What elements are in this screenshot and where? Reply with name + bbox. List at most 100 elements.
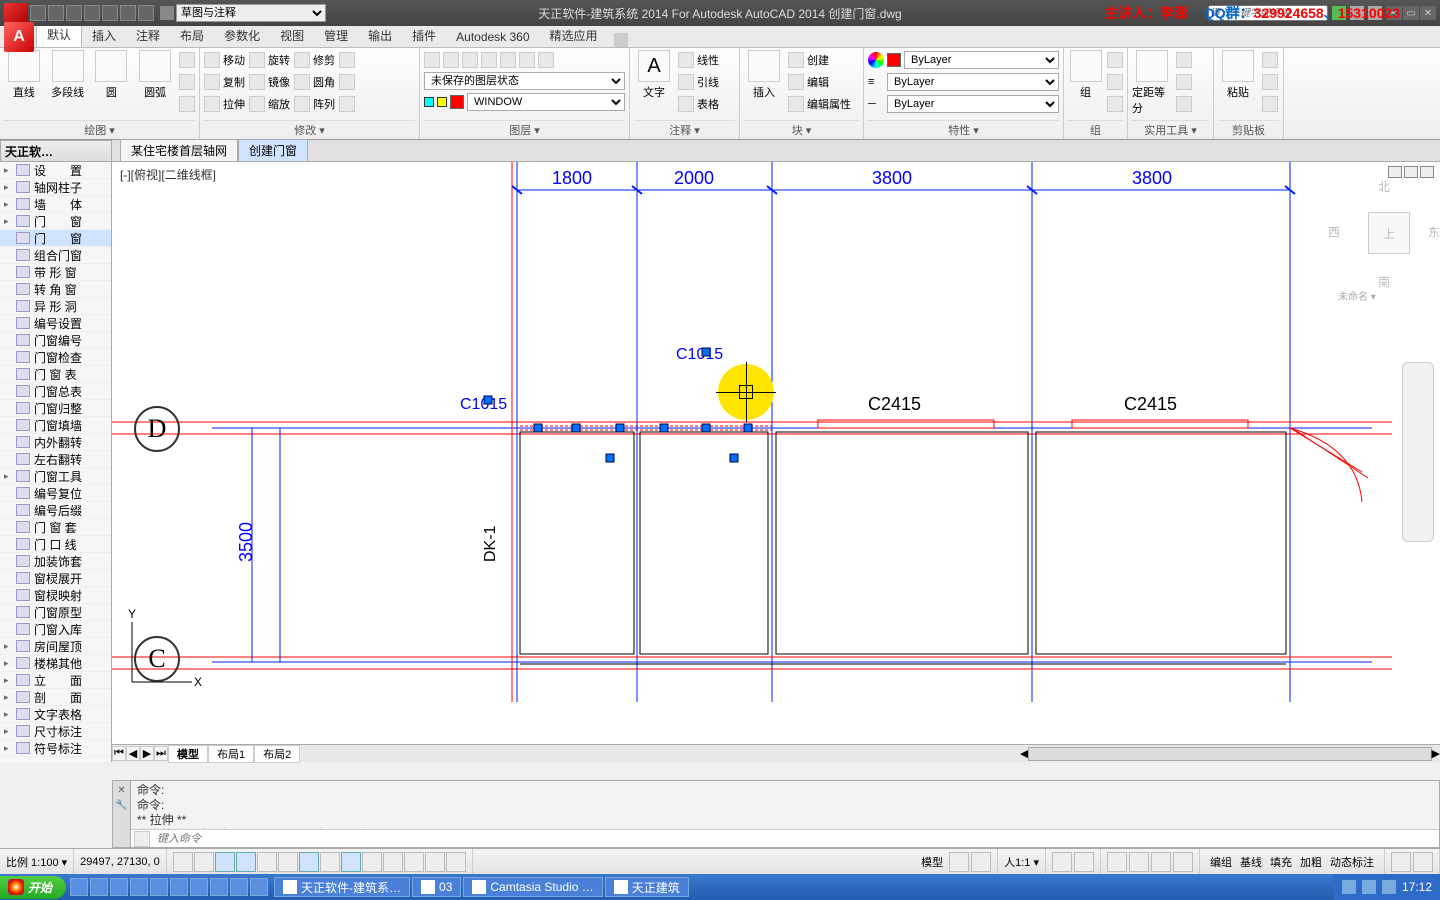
palette-item[interactable]: ▸门 窗 [0, 213, 111, 230]
tool-rotate[interactable]: 旋转 [249, 50, 290, 70]
palette-item[interactable]: ▸文字表格 [0, 706, 111, 723]
qat-new-icon[interactable] [30, 5, 46, 21]
ducs-toggle[interactable] [320, 852, 340, 872]
qat-save-icon[interactable] [66, 5, 82, 21]
toggle-baseline[interactable]: 基线 [1236, 854, 1266, 870]
panel-util-label[interactable]: 实用工具 ▾ [1132, 120, 1209, 139]
navigation-bar[interactable] [1402, 362, 1434, 542]
palette-item[interactable]: ▸门窗工具 [0, 468, 111, 485]
tool-dim-linear[interactable]: 线性 [678, 50, 719, 70]
tool-paste[interactable]: 粘贴 [1218, 50, 1258, 100]
palette-item[interactable]: 编号后缀 [0, 502, 111, 519]
ellipse-icon[interactable] [179, 74, 195, 90]
dyn-toggle[interactable] [341, 852, 361, 872]
qat-open-icon[interactable] [48, 5, 64, 21]
help-icon[interactable] [1368, 6, 1382, 20]
palette-item[interactable]: 门 口 线 [0, 536, 111, 553]
palette-item[interactable]: 组合门窗 [0, 247, 111, 264]
grip[interactable] [534, 424, 543, 433]
grip[interactable] [616, 424, 625, 433]
tool-mirror[interactable]: 镜像 [249, 72, 290, 92]
panel-block-label[interactable]: 块 ▾ [744, 120, 859, 139]
palette-item[interactable]: ▸立 面 [0, 672, 111, 689]
grip[interactable] [744, 424, 753, 433]
grip[interactable] [702, 348, 711, 357]
color-wheel-icon[interactable] [868, 52, 884, 68]
ql-icon[interactable] [90, 878, 108, 896]
palette-item[interactable]: 转 角 窗 [0, 281, 111, 298]
linetype-select[interactable]: ByLayer [887, 95, 1059, 113]
layout-nav-first[interactable]: ⏮ [112, 746, 126, 761]
status-tray-icon[interactable] [1413, 852, 1433, 872]
ql-icon[interactable] [230, 878, 248, 896]
tool-polyline[interactable]: 多段线 [48, 50, 88, 100]
panel-clip-label[interactable]: 剪贴板 [1218, 120, 1279, 139]
ql-icon[interactable] [210, 878, 228, 896]
quickselect-icon[interactable] [1176, 96, 1192, 112]
tool-circle[interactable]: 圆 [92, 50, 132, 100]
tool-scale[interactable]: 缩放 [249, 94, 290, 114]
ribbon-search-icon[interactable] [614, 33, 628, 47]
tool-leader[interactable]: 引线 [678, 72, 719, 92]
palette-title[interactable]: 天正软… [0, 140, 112, 162]
palette-item[interactable]: 内外翻转 [0, 434, 111, 451]
layer-lock-icon[interactable] [500, 52, 516, 68]
palette-item[interactable]: 门窗归整 [0, 400, 111, 417]
tool-arc[interactable]: 圆弧 [135, 50, 175, 100]
palette-item[interactable]: ▸尺寸标注 [0, 723, 111, 740]
grip[interactable] [484, 396, 493, 405]
panel-annot-label[interactable]: 注释 ▾ [634, 120, 735, 139]
status-dimscale[interactable]: 比例 1:100 ▾ [0, 849, 74, 874]
doc-tab-0[interactable]: 某住宅楼首层轴网 [120, 139, 238, 162]
color-select[interactable]: ByLayer [904, 51, 1059, 69]
panel-draw-label[interactable]: 绘图 ▾ [4, 120, 195, 139]
tool-move[interactable]: 移动 [204, 50, 245, 70]
tab-output[interactable]: 输出 [358, 24, 402, 47]
group-edit-icon[interactable] [1107, 74, 1123, 90]
drawing-canvas[interactable]: [-][俯视][二维线框] 1800 2000 3800 3800 [112, 162, 1440, 762]
command-line[interactable] [131, 829, 1439, 847]
calc-icon[interactable] [1176, 74, 1192, 90]
toggle-fill[interactable]: 填充 [1266, 854, 1296, 870]
palette-item[interactable]: 门窗总表 [0, 383, 111, 400]
palette-item[interactable]: ▸轴网柱子 [0, 179, 111, 196]
palette-item[interactable]: ▸符号标注 [0, 740, 111, 757]
layer-props-icon[interactable] [424, 52, 440, 68]
help-search-input[interactable] [1208, 5, 1328, 21]
ql-icon[interactable] [170, 878, 188, 896]
tab-annotate[interactable]: 注释 [126, 24, 170, 47]
palette-item[interactable]: 门窗入库 [0, 621, 111, 638]
tool-copy[interactable]: 复制 [204, 72, 245, 92]
tool-array[interactable]: 阵列 [294, 94, 335, 114]
anno-auto-toggle[interactable] [1074, 852, 1094, 872]
status-grid-icon[interactable] [949, 852, 969, 872]
qp-toggle[interactable] [404, 852, 424, 872]
exchange-icon[interactable] [1350, 6, 1364, 20]
palette-item[interactable]: 窗棂映射 [0, 587, 111, 604]
qat-undo-icon[interactable] [120, 5, 136, 21]
layer-off-icon[interactable] [519, 52, 535, 68]
minimize-button[interactable]: ━ [1386, 6, 1402, 20]
ungroup-icon[interactable] [1107, 52, 1123, 68]
toggle-dyndim[interactable]: 动态标注 [1326, 854, 1378, 870]
tool-edit-block[interactable]: 编辑 [788, 72, 851, 92]
tool-line[interactable]: 直线 [4, 50, 44, 100]
sc-toggle[interactable] [425, 852, 445, 872]
doc-minimize-button[interactable] [1388, 166, 1402, 178]
explode-icon[interactable] [339, 74, 355, 90]
erase-icon[interactable] [339, 52, 355, 68]
palette-item[interactable]: 编号设置 [0, 315, 111, 332]
tool-table[interactable]: 表格 [678, 94, 719, 114]
osnap-toggle[interactable] [257, 852, 277, 872]
3dosnap-toggle[interactable] [278, 852, 298, 872]
tab-a360[interactable]: Autodesk 360 [446, 27, 539, 47]
tab-plugins[interactable]: 插件 [402, 24, 446, 47]
palette-item[interactable]: 左右翻转 [0, 451, 111, 468]
rect-icon[interactable] [179, 52, 195, 68]
qat-saveas-icon[interactable] [84, 5, 100, 21]
grip[interactable] [572, 424, 581, 433]
status-maximize-vp-icon[interactable] [971, 852, 991, 872]
palette-item[interactable]: 加装饰套 [0, 553, 111, 570]
tool-edit-attr[interactable]: 编辑属性 [788, 94, 851, 114]
tab-featured[interactable]: 精选应用 [540, 24, 608, 47]
